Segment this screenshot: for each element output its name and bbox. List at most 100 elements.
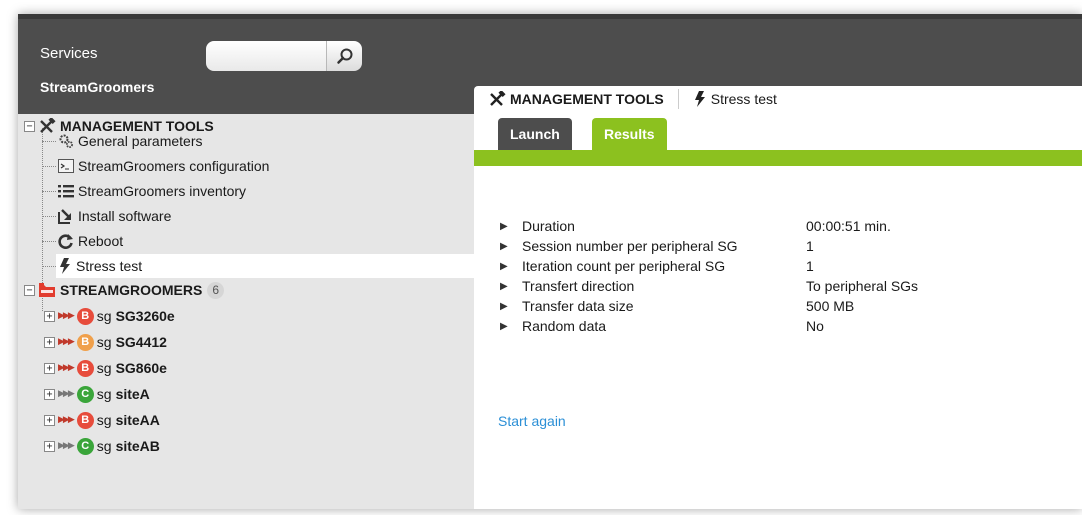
- tools-icon: [38, 118, 56, 134]
- search-box: [206, 39, 362, 73]
- left-panel-title: StreamGroomers: [18, 76, 474, 114]
- tab-results[interactable]: Results: [592, 118, 667, 150]
- groomer-name: SG860e: [115, 360, 167, 376]
- tree-item-sitea[interactable]: + ▶▶▶ C sg siteA: [44, 382, 150, 406]
- sg-prefix: sg: [96, 412, 112, 428]
- breadcrumb-section[interactable]: MANAGEMENT TOOLS: [488, 91, 664, 107]
- gears-icon: [58, 133, 74, 149]
- left-panel: StreamGroomers − MANAGEMENT TOOLS Genera…: [18, 76, 474, 509]
- expand-icon[interactable]: +: [44, 336, 55, 348]
- detail-label: Random data: [522, 318, 607, 334]
- list-icon: [58, 184, 74, 198]
- services-label: Services: [40, 45, 98, 62]
- breadcrumb-page: Stress test: [693, 91, 777, 107]
- expand-icon[interactable]: +: [44, 440, 55, 452]
- tree-item-label: StreamGroomers inventory: [78, 183, 247, 199]
- groomer-name: siteAB: [115, 438, 160, 454]
- chevrons-icon: ▶▶▶: [58, 441, 75, 451]
- detail-label: Session number per peripheral SG: [522, 238, 738, 254]
- tab-launch[interactable]: Launch: [498, 118, 572, 150]
- bullet-icon: ▶: [500, 220, 508, 232]
- tree-item-siteab[interactable]: + ▶▶▶ C sg siteAB: [44, 434, 160, 458]
- tree-node-streamgroomers[interactable]: − STREAMGROOMERS 6: [24, 278, 225, 302]
- detail-label: Duration: [522, 218, 575, 234]
- count-badge: 6: [207, 281, 225, 299]
- lightning-icon: [693, 91, 707, 107]
- sg-prefix: sg: [96, 334, 112, 350]
- search-input[interactable]: [206, 41, 326, 71]
- chevrons-icon: ▶▶▶: [58, 311, 75, 321]
- detail-row-random-data: ▶ Random data No: [500, 316, 1060, 336]
- tree-item-streamgroomers-configuration[interactable]: StreamGroomers configuration: [58, 154, 269, 178]
- app-window: Services StreamGroomers − MANAGEMENT TOO…: [18, 14, 1082, 509]
- expand-icon[interactable]: +: [44, 362, 55, 374]
- main-panel: MANAGEMENT TOOLS Stress test Launch Resu…: [474, 76, 1082, 509]
- groomer-name: SG3260e: [115, 308, 175, 324]
- top-bar: Services: [18, 14, 1082, 76]
- expand-icon[interactable]: +: [44, 310, 55, 322]
- bullet-icon: ▶: [500, 240, 508, 252]
- collapse-icon[interactable]: −: [24, 120, 35, 132]
- breadcrumb: MANAGEMENT TOOLS Stress test: [474, 86, 1082, 112]
- search-icon: [336, 47, 354, 65]
- sg-prefix: sg: [96, 308, 112, 324]
- groomer-name: siteAA: [115, 412, 160, 428]
- chevrons-icon: ▶▶▶: [58, 415, 75, 425]
- groomer-name: siteA: [115, 386, 150, 402]
- detail-value: 500 MB: [806, 298, 855, 314]
- tree-item-label: Reboot: [78, 233, 124, 249]
- bullet-icon: ▶: [500, 300, 508, 312]
- tools-icon: [488, 91, 506, 107]
- sg-prefix: sg: [96, 438, 112, 454]
- tab-underline: [474, 150, 1082, 166]
- results-details: ▶ Duration 00:00:51 min. ▶ Session numbe…: [500, 216, 1060, 336]
- detail-value: To peripheral SGs: [806, 278, 919, 294]
- detail-value: No: [806, 318, 824, 334]
- lightning-icon: [58, 258, 72, 274]
- breadcrumb-divider: [677, 89, 679, 109]
- tree-item-label: StreamGroomers configuration: [78, 158, 270, 174]
- tree-item-reboot[interactable]: Reboot: [58, 229, 123, 253]
- sg-prefix: sg: [96, 360, 112, 376]
- detail-value: 1: [806, 238, 814, 254]
- reboot-icon: [58, 233, 74, 249]
- groomer-name: SG4412: [115, 334, 167, 350]
- expand-icon[interactable]: +: [44, 388, 55, 400]
- tree-item-streamgroomers-inventory[interactable]: StreamGroomers inventory: [58, 179, 246, 203]
- tree-node-label: STREAMGROOMERS: [60, 282, 203, 298]
- detail-row-transfer-data-size: ▶ Transfer data size 500 MB: [500, 296, 1060, 316]
- detail-label: Transfer data size: [522, 298, 634, 314]
- install-icon: [58, 208, 74, 224]
- chevrons-icon: ▶▶▶: [58, 337, 75, 347]
- status-badge: B: [76, 307, 94, 325]
- status-badge: B: [76, 359, 94, 377]
- tree-item-label: Install software: [78, 208, 172, 224]
- status-badge: B: [76, 333, 94, 351]
- status-badge: C: [76, 437, 94, 455]
- status-badge: B: [76, 411, 94, 429]
- chevrons-icon: ▶▶▶: [58, 363, 75, 373]
- detail-value: 00:00:51 min.: [806, 218, 891, 234]
- bullet-icon: ▶: [500, 280, 508, 292]
- bullet-icon: ▶: [500, 320, 508, 332]
- expand-icon[interactable]: +: [44, 414, 55, 426]
- tree-item-general-parameters[interactable]: General parameters: [58, 129, 203, 153]
- start-again-link[interactable]: Start again: [498, 413, 566, 429]
- tree-item-sg860e[interactable]: + ▶▶▶ B sg SG860e: [44, 356, 167, 380]
- tree-item-stress-test[interactable]: Stress test: [56, 254, 474, 278]
- tree-item-sg3260e[interactable]: + ▶▶▶ B sg SG3260e: [44, 304, 175, 328]
- chevrons-icon: ▶▶▶: [58, 389, 75, 399]
- search-button[interactable]: [326, 41, 362, 71]
- detail-row-iteration-count: ▶ Iteration count per peripheral SG 1: [500, 256, 1060, 276]
- group-folder-icon: [38, 282, 56, 298]
- detail-row-session-number: ▶ Session number per peripheral SG 1: [500, 236, 1060, 256]
- detail-label: Iteration count per peripheral SG: [522, 258, 726, 274]
- tree-item-label: Stress test: [76, 258, 143, 274]
- detail-row-duration: ▶ Duration 00:00:51 min.: [500, 216, 1060, 236]
- tree-item-install-software[interactable]: Install software: [58, 204, 171, 228]
- tree-item-siteaa[interactable]: + ▶▶▶ B sg siteAA: [44, 408, 160, 432]
- detail-value: 1: [806, 258, 814, 274]
- terminal-icon: [58, 159, 74, 173]
- collapse-icon[interactable]: −: [24, 284, 35, 296]
- tree-item-sg4412[interactable]: + ▶▶▶ B sg SG4412: [44, 330, 167, 354]
